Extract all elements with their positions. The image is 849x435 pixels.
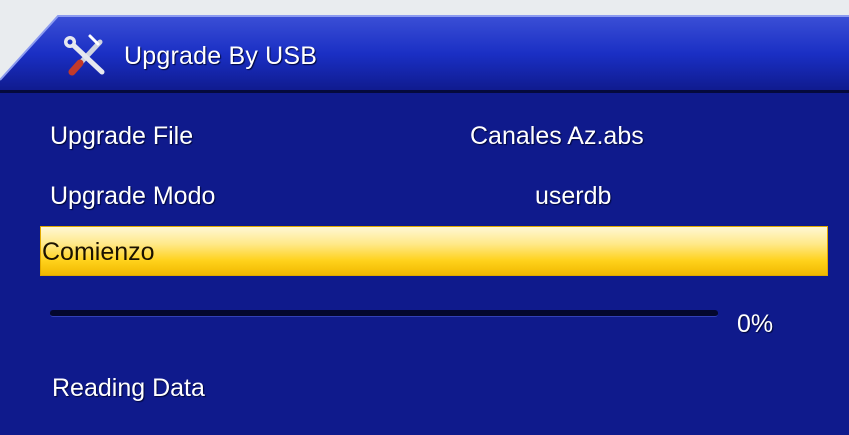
progress-percent: 0%: [737, 310, 774, 338]
progress-bar: [50, 310, 718, 317]
page-title: Upgrade By USB: [124, 42, 318, 70]
start-button[interactable]: [40, 226, 828, 276]
upgrade-file-value[interactable]: Canales Az.abs: [470, 122, 644, 151]
upgrade-screen: Upgrade By USB Upgrade File Canales Az.a…: [0, 0, 849, 435]
status-text: Reading Data: [52, 374, 205, 402]
tools-icon: [62, 32, 114, 78]
header-tab: Upgrade By USB: [0, 12, 849, 92]
upgrade-file-label: Upgrade File: [50, 122, 194, 150]
upgrade-mode-value[interactable]: userdb: [535, 182, 611, 211]
start-button-label: Comienzo: [42, 238, 155, 266]
upgrade-mode-label: Upgrade Modo: [50, 182, 216, 210]
